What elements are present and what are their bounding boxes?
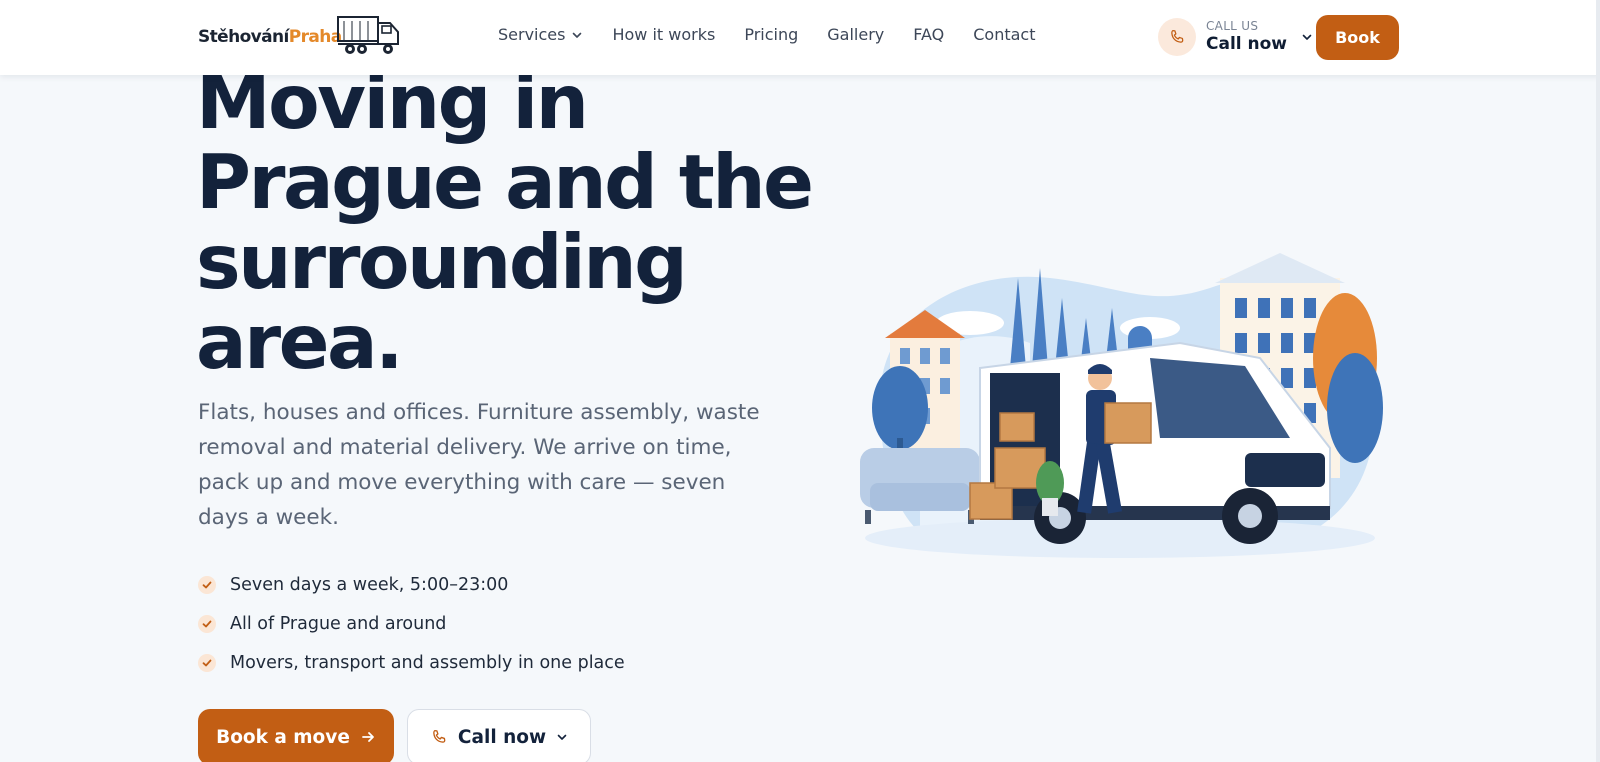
nav-item-faq[interactable]: FAQ	[913, 25, 944, 44]
check-icon	[198, 575, 216, 594]
feature-item: Movers, transport and assembly in one pl…	[198, 643, 625, 682]
tree	[872, 366, 928, 450]
feature-list: Seven days a week, 5:00–23:00 All of Pra…	[198, 565, 625, 682]
phone-icon	[433, 729, 446, 743]
feature-text: All of Prague and around	[230, 613, 447, 634]
hero-title-line: area.	[196, 298, 404, 386]
phone-icon-badge	[1158, 18, 1196, 56]
feature-item: All of Prague and around	[198, 604, 625, 643]
phone-icon	[1171, 29, 1184, 43]
book-button[interactable]: Book	[1316, 15, 1399, 60]
call-now-label: Call now	[457, 726, 547, 748]
page-scrollbar[interactable]	[1596, 0, 1600, 762]
hero-subtitle-line: removal and material delivery. We arrive…	[198, 435, 732, 460]
main-nav: Services How it works Pricing Gallery FA…	[498, 25, 1065, 44]
nav-item-pricing[interactable]: Pricing	[744, 25, 798, 44]
book-a-move-button[interactable]: Book a move	[198, 709, 394, 762]
nav-label: How it works	[612, 25, 716, 44]
call-us-label: CALL US	[1206, 19, 1259, 34]
hero-subtitle-line: pack up and move everything with care — …	[198, 470, 726, 495]
hero-title-line: surrounding	[196, 218, 688, 306]
chevron-down-icon	[1302, 34, 1312, 40]
hero-subtitle: Flats, houses and offices. Furniture ass…	[198, 395, 760, 535]
chevron-down-icon	[573, 32, 582, 38]
hero-subtitle-line: days a week.	[198, 505, 339, 530]
feature-text: Seven days a week, 5:00–23:00	[230, 574, 509, 595]
nav-item-services[interactable]: Services	[498, 25, 583, 44]
chevron-down-icon	[557, 734, 567, 740]
feature-item: Seven days a week, 5:00–23:00	[198, 565, 625, 604]
book-a-move-label: Book a move	[216, 726, 350, 748]
site-logo[interactable]: StěhováníPraha	[198, 14, 404, 60]
hero-subtitle-line: Flats, houses and offices. Furniture ass…	[198, 400, 760, 425]
hero-title-line: Prague and the	[196, 138, 814, 226]
ground	[865, 518, 1375, 558]
nav-label: Services	[498, 25, 566, 44]
call-us-dropdown[interactable]: CALL US Call now	[1158, 18, 1313, 56]
nav-label: FAQ	[913, 25, 945, 44]
nav-item-how-it-works[interactable]: How it works	[612, 25, 715, 44]
call-us-text: CALL US Call now	[1206, 19, 1288, 55]
nav-item-gallery[interactable]: Gallery	[827, 25, 884, 44]
nav-label: Pricing	[744, 25, 799, 44]
check-icon	[198, 653, 216, 672]
feature-text: Movers, transport and assembly in one pl…	[230, 652, 625, 673]
nav-item-contact[interactable]: Contact	[973, 25, 1035, 44]
site-header: StěhováníPraha Services How it works Pri…	[0, 0, 1600, 75]
call-now-label: Call now	[1206, 34, 1288, 55]
arrow-right-icon	[361, 732, 374, 742]
hero-title: Moving in Prague and the surrounding are…	[196, 62, 814, 386]
truck-logo-icon	[336, 16, 399, 54]
call-now-button[interactable]: Call now	[407, 709, 591, 762]
nav-label: Contact	[973, 25, 1036, 44]
check-icon	[198, 614, 216, 633]
moving-van-illustration	[860, 253, 1383, 558]
nav-label: Gallery	[827, 25, 885, 44]
logo-text: StěhováníPraha	[198, 27, 342, 47]
